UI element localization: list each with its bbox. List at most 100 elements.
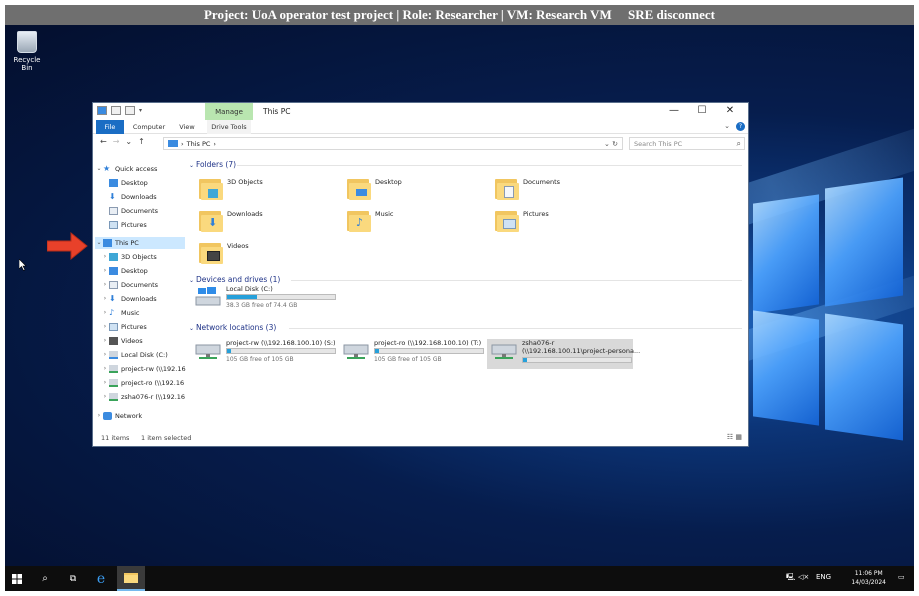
nav-pc-music[interactable]: › ♪ Music	[101, 307, 140, 319]
nav-quick-downloads[interactable]: ⬇ Downloads 📌	[109, 191, 157, 203]
network-drive-zsha076[interactable]: zsha076-r (\\192.168.100.11\project-pers…	[487, 339, 640, 369]
file-explorer-window[interactable]: ▾ Manage This PC — ☐ ✕ File Computer Vie…	[92, 102, 749, 447]
chevron-down-icon: ⌄	[189, 162, 196, 169]
chevron-right-icon[interactable]: ›	[95, 410, 103, 422]
chevron-right-icon[interactable]: ›	[101, 307, 109, 319]
nav-pc-videos[interactable]: › Videos	[101, 335, 143, 347]
chevron-right-icon[interactable]: ›	[101, 335, 109, 347]
nav-pc-local-disk[interactable]: › Local Disk (C:)	[101, 349, 168, 361]
breadcrumb-this-pc[interactable]: This PC	[187, 138, 211, 150]
chevron-right-icon[interactable]: ›	[101, 363, 109, 375]
forward-button[interactable]: →	[113, 137, 120, 146]
volume-icon[interactable]: ◁×	[798, 573, 809, 581]
folder-videos[interactable]: Videos	[199, 239, 339, 269]
address-row: ← → ⌄ ↑ › This PC › ⌄ ↻ Search This PC ⌕	[93, 135, 748, 153]
nav-quick-access[interactable]: ⌄ ★ Quick access	[95, 163, 157, 175]
nav-quick-documents[interactable]: Documents 📌	[109, 205, 158, 217]
search-input[interactable]: Search This PC ⌕	[629, 137, 745, 150]
folder-3d-objects[interactable]: 3D Objects	[199, 175, 339, 205]
group-title: Network locations (3)	[195, 323, 277, 332]
minimize-button[interactable]: —	[660, 104, 688, 118]
title-bar[interactable]: ▾ Manage This PC — ☐ ✕	[93, 103, 748, 120]
chevron-down-icon[interactable]: ⌄	[95, 237, 103, 249]
drive-usage-fill	[227, 349, 232, 353]
nav-label: Quick access	[115, 165, 158, 173]
chevron-right-icon[interactable]: ›	[101, 377, 109, 389]
chevron-right-icon[interactable]: ›	[101, 265, 109, 277]
nav-pc-pictures[interactable]: › Pictures	[101, 321, 147, 333]
chevron-right-icon[interactable]: ›	[101, 391, 109, 403]
folder-downloads[interactable]: ⬇ Downloads	[199, 207, 339, 237]
nav-network[interactable]: › Network	[95, 410, 142, 422]
expand-ribbon-icon[interactable]: ⌄	[724, 122, 730, 130]
start-button[interactable]	[5, 566, 29, 591]
manage-context-tab[interactable]: Manage	[205, 103, 253, 120]
chevron-down-icon[interactable]: ⌄	[95, 163, 103, 175]
folder-music[interactable]: ♪ Music	[347, 207, 487, 237]
desktop-icon	[109, 179, 118, 187]
address-bar[interactable]: › This PC › ⌄ ↻	[163, 137, 623, 150]
customize-qat-icon[interactable]: ▾	[139, 107, 142, 114]
group-header-folders[interactable]: ⌄ Folders (7)	[189, 160, 236, 169]
nav-this-pc[interactable]: ⌄ This PC	[95, 237, 185, 249]
folder-desktop[interactable]: Desktop	[347, 175, 487, 205]
network-drive-project-rw[interactable]: project-rw (\\192.168.100.10) (S:) 105 G…	[191, 339, 337, 369]
chevron-right-icon[interactable]: ›	[101, 349, 109, 361]
search-icon[interactable]: ⌕	[33, 566, 57, 591]
nav-label: Videos	[121, 337, 143, 345]
videos-icon	[109, 337, 118, 345]
chevron-right-icon[interactable]: ›	[101, 251, 109, 263]
folder-pictures[interactable]: Pictures	[495, 207, 635, 237]
properties-icon[interactable]	[111, 106, 121, 115]
tab-computer[interactable]: Computer	[131, 120, 167, 134]
file-explorer-taskbar-button[interactable]	[117, 566, 145, 591]
nav-label: Desktop	[121, 179, 148, 187]
download-icon: ⬇	[109, 192, 116, 201]
group-header-network[interactable]: ⌄ Network locations (3)	[189, 323, 276, 332]
tab-view[interactable]: View	[175, 120, 199, 134]
computer-icon[interactable]	[97, 106, 107, 115]
language-indicator[interactable]: ENG	[816, 573, 831, 581]
group-title: Devices and drives (1)	[195, 275, 281, 284]
back-button[interactable]: ←	[100, 137, 107, 146]
chevron-right-icon[interactable]: ›	[101, 279, 109, 291]
nav-pc-project-ro[interactable]: › project-ro (\\192.16	[101, 377, 184, 389]
drive-free-space: 105 GB free of 105 GB	[374, 356, 442, 363]
network-drive-project-ro[interactable]: project-ro (\\192.168.100.10) (T:) 105 G…	[339, 339, 485, 369]
nav-quick-desktop[interactable]: Desktop 📌	[109, 177, 148, 189]
folder-documents[interactable]: Documents	[495, 175, 635, 205]
up-button[interactable]: ↑	[138, 137, 145, 146]
nav-pc-desktop[interactable]: › Desktop	[101, 265, 148, 277]
windows-drive-icon	[195, 287, 221, 306]
notifications-icon[interactable]: ▭	[898, 573, 905, 581]
folder-icon	[124, 573, 138, 583]
internet-explorer-icon[interactable]: e	[89, 566, 113, 591]
close-button[interactable]: ✕	[716, 104, 744, 118]
new-folder-icon[interactable]	[125, 106, 135, 115]
nav-label: Documents	[121, 281, 159, 289]
nav-pc-project-rw[interactable]: › project-rw (\\192.16	[101, 363, 186, 375]
maximize-button[interactable]: ☐	[688, 104, 716, 118]
drive-path: (\\192.168.100.11\project-persona...	[522, 347, 641, 355]
view-toggle-icons[interactable]: ☷ ▦	[727, 433, 742, 441]
tab-drive-tools[interactable]: Drive Tools	[207, 120, 251, 134]
drive-local-disk[interactable]: Local Disk (C:) 38.3 GB free of 74.4 GB	[191, 285, 339, 315]
chevron-right-icon[interactable]: ›	[101, 321, 109, 333]
window-title: This PC	[263, 107, 291, 116]
nav-pc-zsha076[interactable]: › zsha076-r (\\192.16	[101, 391, 185, 403]
task-view-icon[interactable]: ⧉	[61, 566, 85, 591]
refresh-icon[interactable]: ⌄ ↻	[604, 138, 618, 150]
network-status-icon[interactable]: 🖳	[786, 573, 795, 584]
nav-label: Local Disk (C:)	[121, 351, 168, 359]
group-header-devices[interactable]: ⌄ Devices and drives (1)	[189, 275, 280, 284]
help-icon[interactable]: ?	[736, 122, 745, 131]
nav-pc-3d-objects[interactable]: › 3D Objects	[101, 251, 157, 263]
recycle-bin[interactable]: Recycle Bin	[7, 31, 47, 72]
nav-pc-documents[interactable]: › Documents	[101, 279, 158, 291]
recent-locations-button[interactable]: ⌄	[125, 137, 132, 146]
tab-file[interactable]: File	[96, 120, 124, 134]
clock[interactable]: 11:06 PM 14/03/2024	[851, 569, 886, 587]
chevron-right-icon[interactable]: ›	[101, 293, 109, 305]
nav-quick-pictures[interactable]: Pictures 📌	[109, 219, 147, 231]
nav-pc-downloads[interactable]: › ⬇ Downloads	[101, 293, 157, 305]
